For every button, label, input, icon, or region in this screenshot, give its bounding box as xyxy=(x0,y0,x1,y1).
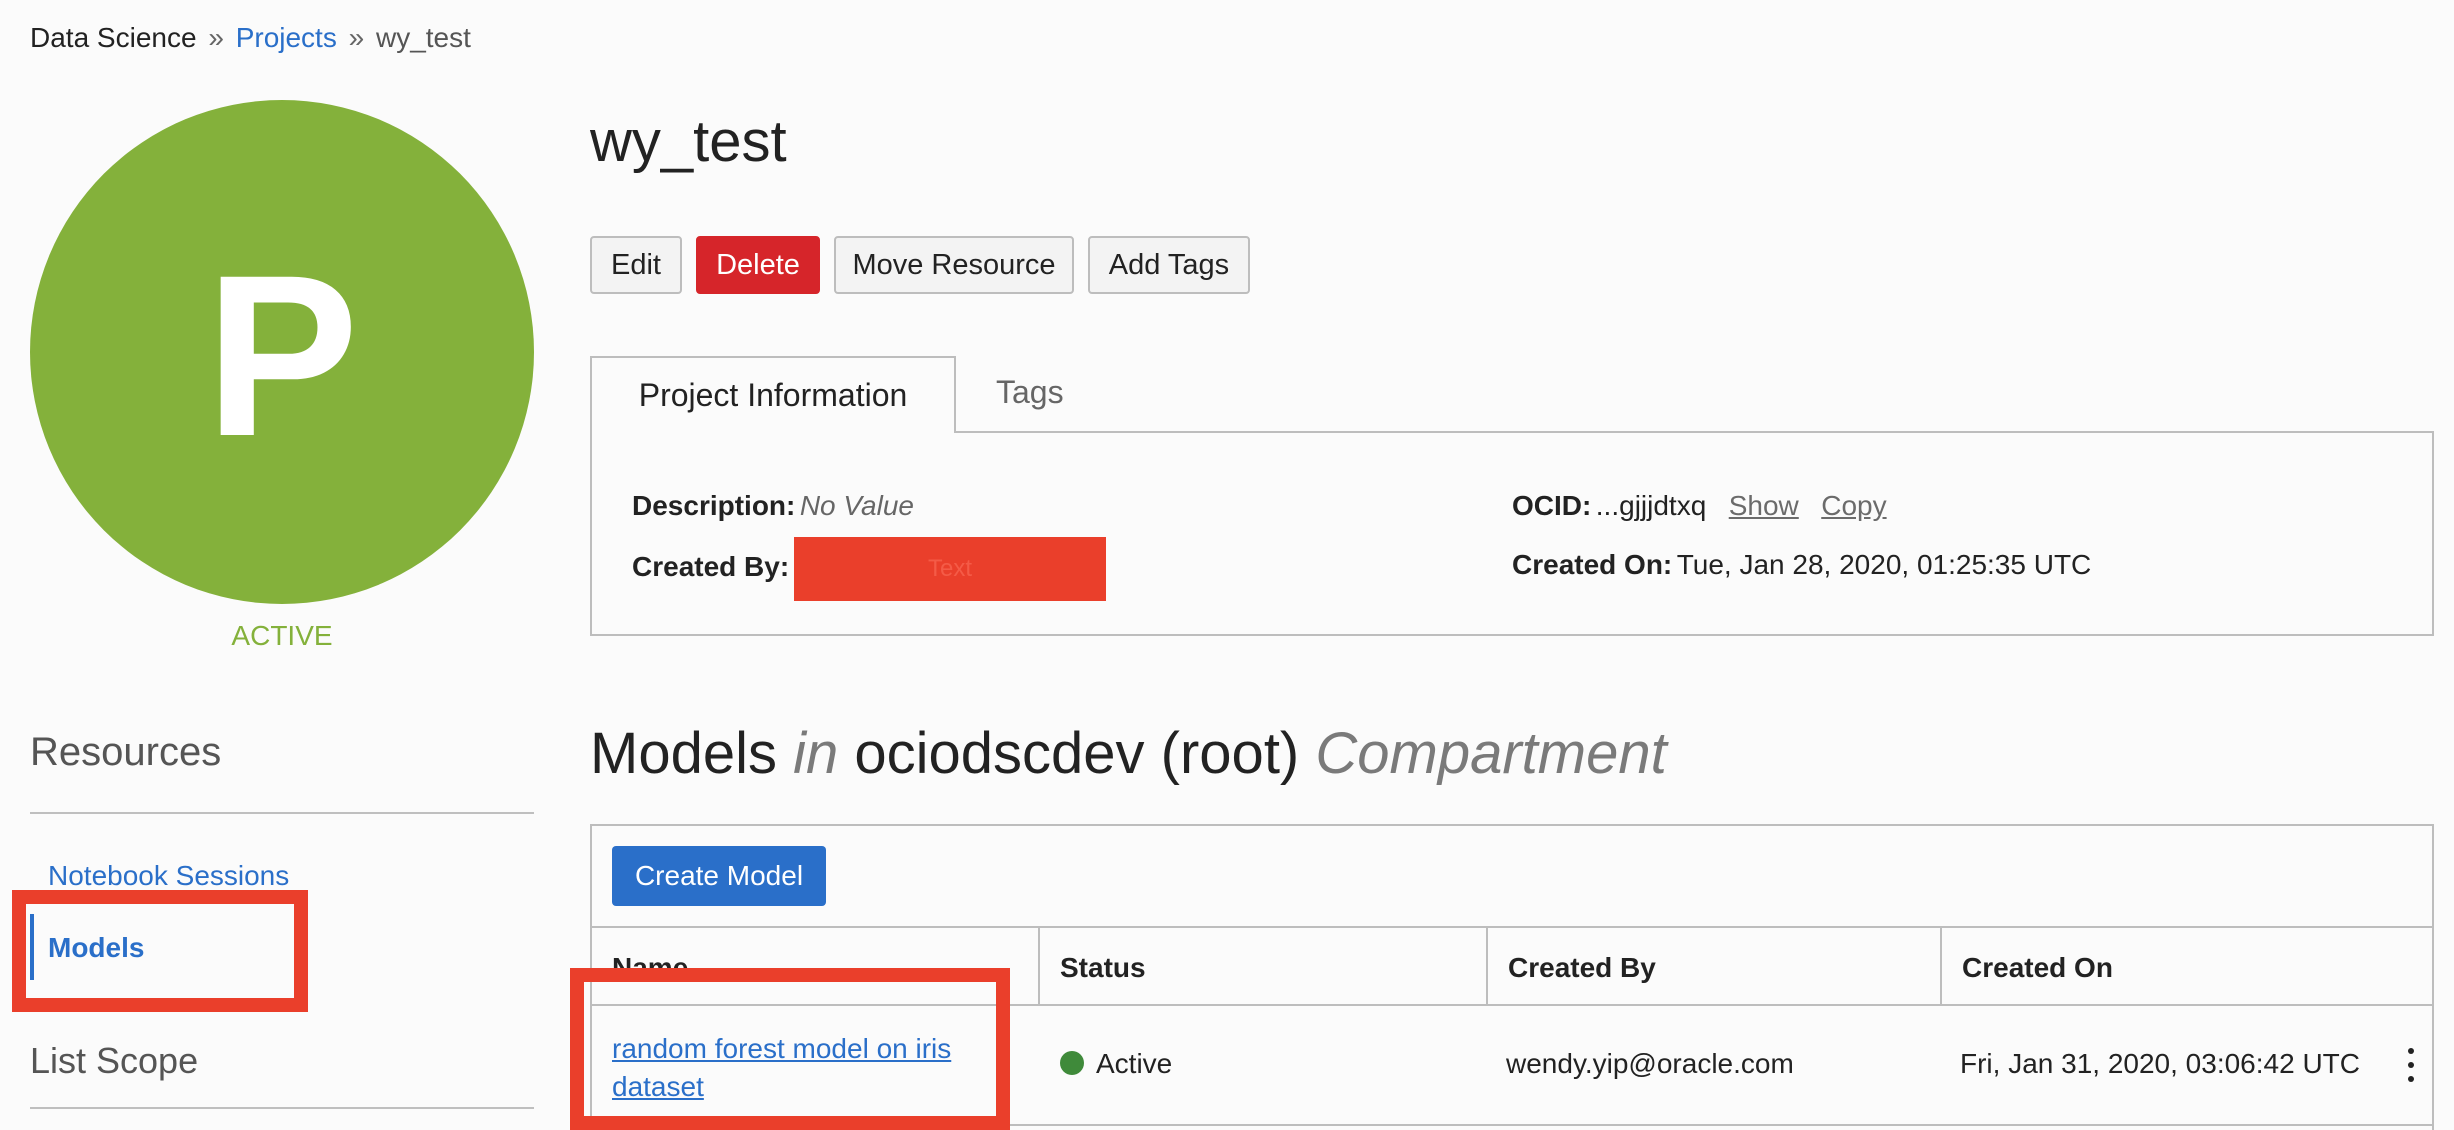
tab-project-information[interactable]: Project Information xyxy=(590,356,956,433)
created-on-label: Created On: xyxy=(1512,549,1673,580)
breadcrumb: Data Science » Projects » wy_test xyxy=(30,22,471,54)
column-header-status[interactable]: Status xyxy=(1060,952,1146,984)
move-resource-button[interactable]: Move Resource xyxy=(834,236,1074,294)
project-info-panel xyxy=(590,431,2434,636)
ocid-label: OCID: xyxy=(1512,490,1592,521)
delete-button[interactable]: Delete xyxy=(696,236,820,294)
ocid-value: ...gjjjdtxq xyxy=(1595,490,1707,521)
ocid-copy-link[interactable]: Copy xyxy=(1821,490,1886,521)
avatar-letter: P xyxy=(205,227,359,484)
highlight-box-models xyxy=(12,890,308,1012)
breadcrumb-projects-link[interactable]: Projects xyxy=(236,22,337,53)
models-heading-prefix: Models xyxy=(590,721,777,786)
column-divider xyxy=(1940,928,1942,1006)
compartment-name: ociodscdev (root) xyxy=(854,721,1300,786)
ocid-row: OCID: ...gjjjdtxq Show Copy xyxy=(1512,490,1887,522)
model-status: Active xyxy=(1096,1048,1173,1079)
model-created-on: Fri, Jan 31, 2020, 03:06:42 UTC xyxy=(1960,1048,2360,1079)
breadcrumb-separator: » xyxy=(208,22,224,53)
divider xyxy=(30,1107,534,1109)
description-label: Description: xyxy=(632,490,796,521)
add-tags-button[interactable]: Add Tags xyxy=(1088,236,1250,294)
model-created-by: wendy.yip@oracle.com xyxy=(1506,1048,1794,1079)
models-heading-suffix: Compartment xyxy=(1315,721,1667,786)
project-avatar: P xyxy=(30,100,534,604)
row-actions-kebab-icon[interactable] xyxy=(2404,1048,2418,1082)
divider xyxy=(30,812,534,814)
created-on-value: Tue, Jan 28, 2020, 01:25:35 UTC xyxy=(1676,549,2092,580)
table-divider xyxy=(590,926,2434,928)
description-value: No Value xyxy=(799,490,914,521)
edit-button[interactable]: Edit xyxy=(590,236,682,294)
resources-heading: Resources xyxy=(30,730,222,774)
ocid-show-link[interactable]: Show xyxy=(1729,490,1799,521)
column-header-created-on[interactable]: Created On xyxy=(1962,952,2113,984)
description-row: Description: No Value xyxy=(632,490,914,522)
redacted-created-by: Text xyxy=(794,537,1106,601)
tab-tags[interactable]: Tags xyxy=(996,374,1064,411)
breadcrumb-root[interactable]: Data Science xyxy=(30,22,197,53)
highlight-box-model-row xyxy=(570,968,1010,1130)
create-model-button[interactable]: Create Model xyxy=(612,846,826,906)
page-title: wy_test xyxy=(590,109,787,174)
status-dot-icon xyxy=(1060,1051,1084,1075)
sidebar-item-notebook-sessions[interactable]: Notebook Sessions xyxy=(48,860,289,892)
created-by-label: Created By: xyxy=(632,551,790,582)
column-header-created-by[interactable]: Created By xyxy=(1508,952,1656,984)
column-divider xyxy=(1486,928,1488,1006)
breadcrumb-current: wy_test xyxy=(375,22,471,53)
breadcrumb-separator: » xyxy=(348,22,365,53)
list-scope-heading: List Scope xyxy=(30,1040,199,1081)
models-heading-in: in xyxy=(793,721,839,786)
column-divider xyxy=(1038,928,1040,1006)
models-heading: Models in ociodscdev (root) Compartment xyxy=(590,720,1667,787)
created-on-row: Created On: Tue, Jan 28, 2020, 01:25:35 … xyxy=(1512,549,2091,581)
status-label: ACTIVE xyxy=(231,620,333,651)
